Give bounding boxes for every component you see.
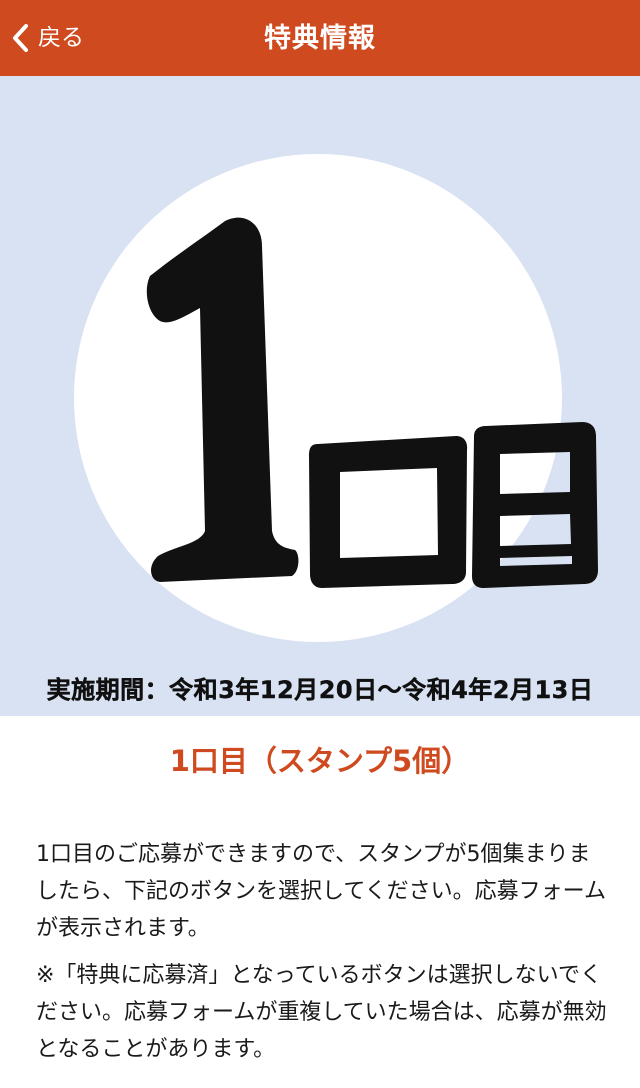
big-suffix-me-glyph bbox=[472, 422, 598, 588]
campaign-period: 実施期間：令和3年12月20日〜令和4年2月13日 bbox=[46, 676, 594, 704]
back-label: 戻る bbox=[38, 24, 84, 51]
chevron-left-icon bbox=[10, 23, 32, 53]
section-title: 1口目（スタンプ5個） bbox=[169, 744, 471, 778]
instructions: 1口目のご応募ができますので、スタンプが5個集まりましたら、下記のボタンを選択し… bbox=[36, 836, 611, 1078]
campaign-banner-image: 実施期間：令和3年12月20日〜令和4年2月13日 bbox=[0, 76, 640, 716]
back-button[interactable]: 戻る bbox=[10, 0, 84, 76]
page-title: 特典情報 bbox=[264, 23, 376, 54]
banner-graphic bbox=[74, 154, 598, 642]
warning-paragraph: ※「特典に応募済」となっているボタンは選択しないでください。応募フォームが重複し… bbox=[36, 963, 607, 1062]
app-header: 戻る 特典情報 bbox=[0, 0, 640, 76]
instruction-paragraph: 1口目のご応募ができますので、スタンプが5個集まりましたら、下記のボタンを選択し… bbox=[36, 842, 607, 941]
